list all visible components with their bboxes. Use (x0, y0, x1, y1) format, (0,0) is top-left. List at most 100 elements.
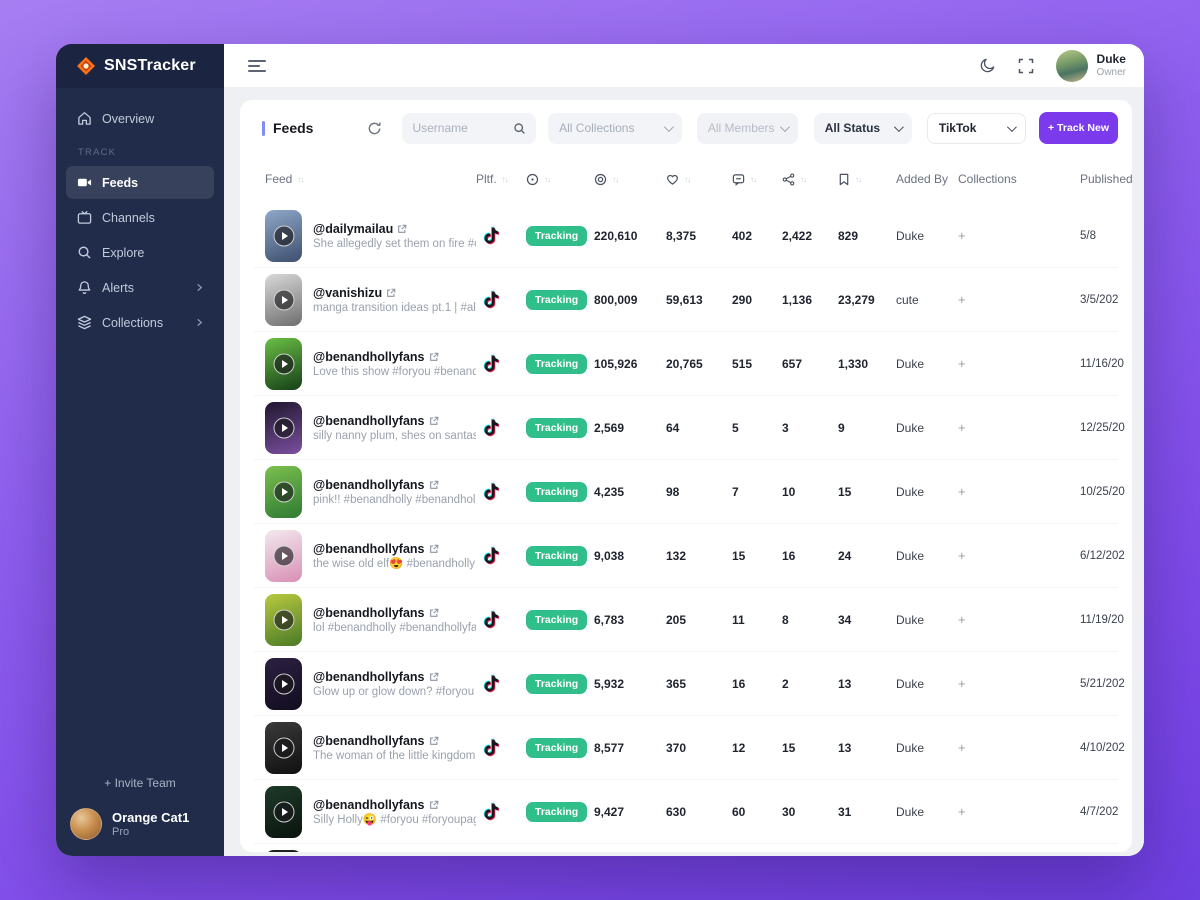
sidebar-user[interactable]: Orange Cat1 Pro (70, 808, 210, 840)
video-thumbnail[interactable] (265, 594, 302, 646)
external-link-icon[interactable] (386, 288, 396, 298)
sort-icon[interactable]: ↑↓ (502, 175, 508, 184)
feed-username[interactable]: @benandhollyfans (313, 478, 476, 492)
video-thumbnail[interactable] (265, 210, 302, 262)
video-thumbnail[interactable] (265, 530, 302, 582)
feed-username[interactable]: @benandhollyfans (313, 734, 476, 748)
col-platform[interactable]: Pltf.↑↓ (476, 172, 526, 186)
add-to-collection-button[interactable]: + (958, 804, 1080, 819)
dark-mode-icon[interactable] (979, 57, 996, 74)
add-to-collection-button[interactable]: + (958, 548, 1080, 563)
sort-icon[interactable]: ↑↓ (684, 175, 690, 184)
col-views[interactable]: ↑↓ (594, 173, 666, 186)
sidebar-item-alerts[interactable]: Alerts (66, 271, 214, 304)
external-link-icon[interactable] (429, 800, 439, 810)
sort-icon[interactable]: ↑↓ (612, 175, 618, 184)
feed-username[interactable]: @benandhollyfans (313, 414, 476, 428)
add-to-collection-button[interactable]: + (958, 612, 1080, 627)
members-select[interactable]: All Members (697, 113, 798, 144)
external-link-icon[interactable] (429, 480, 439, 490)
status-select[interactable]: All Status (814, 113, 912, 144)
feed-username[interactable]: @benandhollyfans (313, 606, 476, 620)
sidebar-item-channels[interactable]: Channels (66, 201, 214, 234)
video-thumbnail[interactable] (265, 786, 302, 838)
add-to-collection-button[interactable]: + (958, 740, 1080, 755)
add-to-collection-button[interactable]: + (958, 228, 1080, 243)
fullscreen-icon[interactable] (1018, 58, 1034, 74)
external-link-icon[interactable] (429, 416, 439, 426)
external-link-icon[interactable] (429, 672, 439, 682)
add-to-collection-button[interactable]: + (958, 676, 1080, 691)
sort-icon[interactable]: ↑↓ (800, 175, 806, 184)
feed-username[interactable]: @benandhollyfans (313, 350, 476, 364)
table-row[interactable]: @benandhollyfans pink!! #benandholly #be… (254, 460, 1118, 524)
add-to-collection-button[interactable]: + (958, 420, 1080, 435)
sort-icon[interactable]: ↑↓ (544, 175, 550, 184)
external-link-icon[interactable] (397, 224, 407, 234)
video-thumbnail[interactable] (265, 658, 302, 710)
video-thumbnail[interactable] (265, 338, 302, 390)
col-saves[interactable]: ↑↓ (838, 173, 896, 186)
col-collections[interactable]: Collections (958, 172, 1080, 186)
sort-icon[interactable]: ↑↓ (855, 175, 861, 184)
feed-username[interactable]: @benandhollyfans (313, 798, 476, 812)
table-row[interactable]: @benandhollyfans Glow up or glow down? #… (254, 652, 1118, 716)
video-thumbnail[interactable] (265, 402, 302, 454)
feed-cell[interactable]: @benandhollyfans lol #benandholly #benan… (254, 594, 476, 646)
col-published[interactable]: Published (1080, 172, 1132, 186)
sidebar-item-collections[interactable]: Collections (66, 306, 214, 339)
track-new-button[interactable]: + Track New (1039, 112, 1118, 144)
external-link-icon[interactable] (429, 736, 439, 746)
video-thumbnail[interactable] (265, 466, 302, 518)
feed-username[interactable]: @benandhollyfans (313, 542, 476, 556)
external-link-icon[interactable] (429, 544, 439, 554)
table-row[interactable]: @benandhollyfans The woman of the little… (254, 716, 1118, 780)
external-link-icon[interactable] (429, 608, 439, 618)
username-input[interactable] (412, 121, 507, 135)
feed-cell[interactable]: @benandhollyfans Silly Holly😜 #foryou #f… (254, 786, 476, 838)
table-row[interactable]: @vanishizu manga transition ideas pt.1 |… (254, 268, 1118, 332)
sidebar-item-feeds[interactable]: Feeds (66, 166, 214, 199)
add-to-collection-button[interactable]: + (958, 292, 1080, 307)
sort-icon[interactable]: ↑↓ (297, 175, 303, 184)
collections-select[interactable]: All Collections (548, 113, 682, 144)
platform-select[interactable]: TikTok (927, 113, 1026, 144)
table-row[interactable]: @dailymailau She allegedly set them on f… (254, 204, 1118, 268)
feed-cell[interactable]: @dailymailau She allegedly set them on f… (254, 210, 476, 262)
video-thumbnail[interactable] (265, 274, 302, 326)
menu-toggle-icon[interactable] (248, 57, 266, 75)
col-status[interactable]: ↑↓ (526, 173, 594, 186)
video-thumbnail[interactable] (265, 850, 302, 853)
feed-cell[interactable]: @benandhollyfans silly nanny plum, shes … (254, 402, 476, 454)
feed-cell[interactable]: @benandhollyfans The woman of the little… (254, 722, 476, 774)
col-likes[interactable]: ↑↓ (666, 173, 732, 186)
table-row[interactable]: @benandhollyfans silly nanny plum, shes … (254, 396, 1118, 460)
table-row[interactable]: @benandhollyfans Silly Holly😜 #foryou #f… (254, 780, 1118, 844)
feed-username[interactable]: @dailymailau (313, 222, 476, 236)
col-added-by[interactable]: Added By (896, 172, 958, 186)
feed-cell[interactable]: @benandhollyfans Glow up or glow down? #… (254, 658, 476, 710)
sort-icon[interactable]: ↑↓ (750, 175, 756, 184)
add-to-collection-button[interactable]: + (958, 484, 1080, 499)
feed-cell[interactable]: @vanishizu manga transition ideas pt.1 |… (254, 274, 476, 326)
logo[interactable]: SNSTracker (56, 44, 224, 88)
feed-username[interactable]: @vanishizu (313, 286, 476, 300)
external-link-icon[interactable] (429, 352, 439, 362)
refresh-icon[interactable] (367, 121, 382, 136)
account-menu[interactable]: Duke Owner (1056, 50, 1126, 82)
feed-cell[interactable] (254, 850, 476, 853)
video-thumbnail[interactable] (265, 722, 302, 774)
table-row[interactable]: @benandhollyfans the wise old elf😍 #bena… (254, 524, 1118, 588)
sidebar-item-overview[interactable]: Overview (66, 102, 214, 135)
feed-cell[interactable]: @benandhollyfans the wise old elf😍 #bena… (254, 530, 476, 582)
table-row[interactable]: @benandhollyfans lol #benandholly #benan… (254, 588, 1118, 652)
col-shares[interactable]: ↑↓ (782, 173, 838, 186)
invite-team-button[interactable]: + Invite Team (70, 766, 210, 808)
col-feed[interactable]: Feed↑↓ (254, 172, 476, 186)
feed-cell[interactable]: @benandhollyfans pink!! #benandholly #be… (254, 466, 476, 518)
feed-username[interactable]: @benandhollyfans (313, 670, 476, 684)
col-comments[interactable]: ↑↓ (732, 173, 782, 186)
table-row[interactable]: @benandhollyfans Love this show #foryou … (254, 332, 1118, 396)
table-row[interactable] (254, 844, 1118, 852)
feed-cell[interactable]: @benandhollyfans Love this show #foryou … (254, 338, 476, 390)
